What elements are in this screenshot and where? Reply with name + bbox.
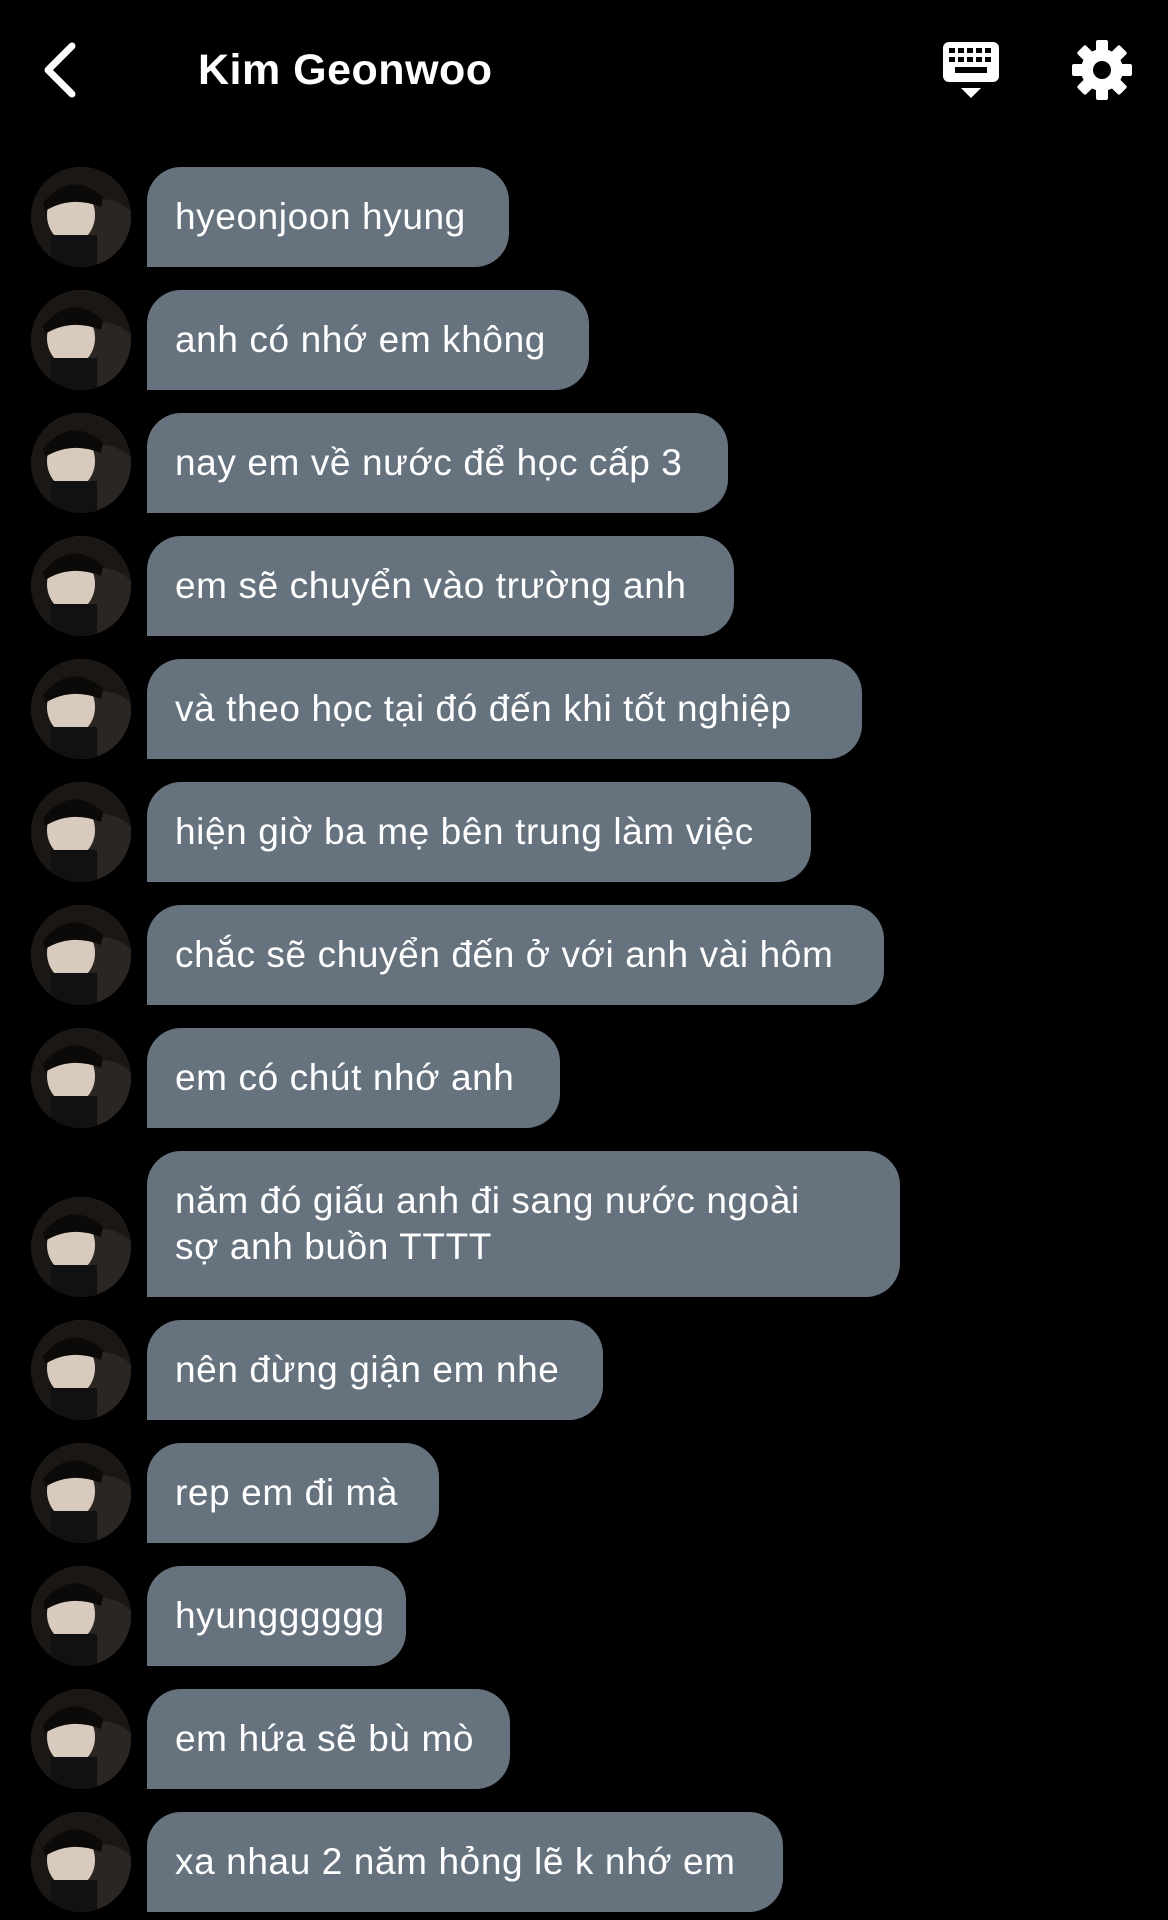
message-bubble[interactable]: xa nhau 2 năm hỏng lẽ k nhớ em — [147, 1812, 783, 1912]
avatar[interactable] — [31, 905, 131, 1005]
message-text: xa nhau 2 năm hỏng lẽ k nhớ em — [175, 1841, 736, 1882]
message-bubble[interactable]: chắc sẽ chuyển đến ở với anh vài hôm — [147, 905, 884, 1005]
message-row: em có chút nhớ anh — [0, 1028, 1168, 1128]
message-bubble[interactable]: hyungggggg — [147, 1566, 406, 1666]
message-row: hyungggggg — [0, 1566, 1168, 1666]
avatar[interactable] — [31, 1197, 131, 1297]
message-bubble[interactable]: năm đó giấu anh đi sang nước ngoài sợ anh… — [147, 1151, 900, 1297]
message-bubble[interactable]: và theo học tại đó đến khi tốt nghiệp — [147, 659, 862, 759]
avatar[interactable] — [31, 413, 131, 513]
avatar[interactable] — [31, 1566, 131, 1666]
avatar[interactable] — [31, 1028, 131, 1128]
message-bubble[interactable]: nên đừng giận em nhe — [147, 1320, 603, 1420]
message-bubble[interactable]: em hứa sẽ bù mò — [147, 1689, 510, 1789]
message-text: năm đó giấu anh đi sang nước ngoài — [175, 1180, 800, 1221]
avatar[interactable] — [31, 1689, 131, 1789]
message-text: hyeonjoon hyung — [175, 196, 466, 237]
message-bubble[interactable]: hyeonjoon hyung — [147, 167, 509, 267]
message-row: năm đó giấu anh đi sang nước ngoài sợ anh… — [0, 1151, 1168, 1297]
message-text: chắc sẽ chuyển đến ở với anh vài hôm — [175, 934, 834, 975]
avatar[interactable] — [31, 536, 131, 636]
avatar[interactable] — [31, 782, 131, 882]
message-row: chắc sẽ chuyển đến ở với anh vài hôm — [0, 905, 1168, 1005]
avatar[interactable] — [31, 167, 131, 267]
message-bubble[interactable]: nay em về nước để học cấp 3 — [147, 413, 728, 513]
avatar[interactable] — [31, 1320, 131, 1420]
message-list[interactable]: hyeonjoon hyung anh có nhớ em không nay em… — [0, 0, 1168, 1920]
message-bubble[interactable]: em có chút nhớ anh — [147, 1028, 560, 1128]
avatar[interactable] — [31, 1443, 131, 1543]
message-text: rep em đi mà — [175, 1472, 399, 1513]
message-text: hiện giờ ba mẹ bên trung làm việc — [175, 811, 754, 852]
message-text: hyungggggg — [175, 1595, 385, 1636]
message-row: và theo học tại đó đến khi tốt nghiệp — [0, 659, 1168, 759]
message-text: em sẽ chuyển vào trường anh — [175, 565, 687, 606]
message-bubble[interactable]: em sẽ chuyển vào trường anh — [147, 536, 734, 636]
message-text: nay em về nước để học cấp 3 — [175, 442, 683, 483]
message-text: và theo học tại đó đến khi tốt nghiệp — [175, 688, 792, 729]
message-text: sợ anh buồn TTTT — [175, 1226, 492, 1267]
message-row: em sẽ chuyển vào trường anh — [0, 536, 1168, 636]
message-text: em có chút nhớ anh — [175, 1057, 515, 1098]
message-text: em hứa sẽ bù mò — [175, 1718, 475, 1759]
avatar[interactable] — [31, 290, 131, 390]
message-text: anh có nhớ em không — [175, 319, 546, 360]
message-row: hyeonjoon hyung — [0, 167, 1168, 267]
avatar[interactable] — [31, 1812, 131, 1912]
message-bubble[interactable]: hiện giờ ba mẹ bên trung làm việc — [147, 782, 811, 882]
message-row: anh có nhớ em không — [0, 290, 1168, 390]
message-row: xa nhau 2 năm hỏng lẽ k nhớ em — [0, 1812, 1168, 1912]
message-bubble[interactable]: rep em đi mà — [147, 1443, 439, 1543]
message-row: nên đừng giận em nhe — [0, 1320, 1168, 1420]
message-bubble[interactable]: anh có nhớ em không — [147, 290, 589, 390]
avatar[interactable] — [31, 659, 131, 759]
message-row: rep em đi mà — [0, 1443, 1168, 1543]
message-text: nên đừng giận em nhe — [175, 1349, 560, 1390]
message-row: nay em về nước để học cấp 3 — [0, 413, 1168, 513]
message-row: em hứa sẽ bù mò — [0, 1689, 1168, 1789]
message-row: hiện giờ ba mẹ bên trung làm việc — [0, 782, 1168, 882]
